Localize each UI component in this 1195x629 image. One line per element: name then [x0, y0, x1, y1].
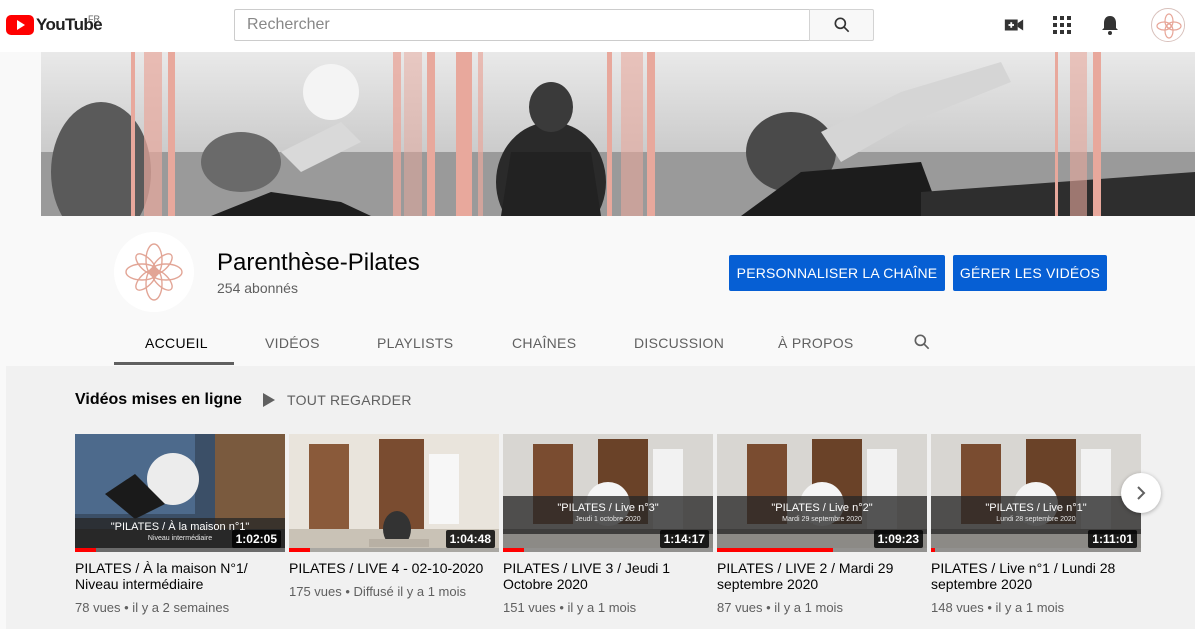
video-title[interactable]: PILATES / À la maison N°1/ Niveau interm…: [75, 560, 280, 592]
channel-search-icon[interactable]: [912, 332, 932, 355]
tab-home[interactable]: ACCUEIL: [145, 335, 208, 351]
video-card[interactable]: 1:04:48 PILATES / LIVE 4 - 02-10-2020 17…: [289, 434, 499, 599]
play-all-label: TOUT REGARDER: [287, 392, 412, 408]
video-meta: 78 vues • il y a 2 semaines: [75, 600, 230, 615]
play-all-button[interactable]: TOUT REGARDER: [263, 392, 412, 408]
video-card[interactable]: "PILATES / Live n°1" Lundi 28 septembre …: [931, 434, 1141, 615]
watch-progress-track: [75, 548, 285, 552]
active-tab-indicator: [114, 362, 234, 365]
watch-progress-track: [931, 548, 1141, 552]
thumbnail-caption: "PILATES / Live n°1" Lundi 28 septembre …: [931, 496, 1141, 534]
search-button[interactable]: [809, 9, 874, 41]
tab-discussion[interactable]: DISCUSSION: [634, 335, 724, 351]
channel-avatar[interactable]: [114, 232, 194, 312]
tab-channels[interactable]: CHAÎNES: [512, 335, 576, 351]
video-thumbnail[interactable]: 1:04:48: [289, 434, 499, 552]
customize-channel-button[interactable]: PERSONNALISER LA CHAÎNE: [729, 255, 945, 291]
watch-progress-track: [289, 548, 499, 552]
account-avatar[interactable]: [1151, 8, 1185, 42]
watch-progress-track: [503, 548, 713, 552]
video-thumbnail[interactable]: "PILATES / Live n°1" Lundi 28 septembre …: [931, 434, 1141, 552]
thumbnail-caption: "PILATES / Live n°3" Jeudi 1 octobre 202…: [503, 496, 713, 534]
video-duration: 1:04:48: [445, 530, 495, 548]
video-duration: 1:02:05: [231, 530, 281, 548]
tab-videos[interactable]: VIDÉOS: [265, 335, 320, 351]
section-title[interactable]: Vidéos mises en ligne: [75, 391, 242, 409]
channel-tabs: ACCUEIL VIDÉOS PLAYLISTS CHAÎNES DISCUSS…: [6, 320, 1006, 366]
video-title[interactable]: PILATES / LIVE 4 - 02-10-2020: [289, 560, 494, 576]
video-meta: 87 vues • il y a 1 mois: [717, 600, 843, 615]
play-icon: [263, 393, 275, 407]
country-code: FR: [88, 14, 100, 24]
youtube-play-icon: [6, 15, 34, 35]
uploads-section: Vidéos mises en ligne TOUT REGARDER "PIL…: [6, 366, 1195, 629]
channel-banner: [41, 52, 1195, 216]
lotus-logo-icon: [114, 232, 194, 312]
create-video-icon[interactable]: [1003, 14, 1025, 36]
apps-grid-icon[interactable]: [1051, 14, 1073, 36]
video-title[interactable]: PILATES / LIVE 3 / Jeudi 1 Octobre 2020: [503, 560, 708, 592]
video-meta: 175 vues • Diffusé il y a 1 mois: [289, 584, 467, 599]
video-duration: 1:14:17: [659, 530, 709, 548]
video-card[interactable]: "PILATES / À la maison n°1" Niveau inter…: [75, 434, 285, 615]
video-card[interactable]: "PILATES / Live n°3" Jeudi 1 octobre 202…: [503, 434, 713, 615]
watch-progress-bar: [717, 548, 833, 552]
thumbnail-caption: "PILATES / Live n°2" Mardi 29 septembre …: [717, 496, 927, 534]
video-title[interactable]: PILATES / Live n°1 / Lundi 28 septembre …: [931, 560, 1136, 592]
video-thumbnail[interactable]: "PILATES / À la maison n°1" Niveau inter…: [75, 434, 285, 552]
video-duration: 1:11:01: [1088, 530, 1137, 548]
banner-image: [41, 52, 1195, 216]
search-input[interactable]: [234, 9, 809, 41]
notifications-bell-icon[interactable]: [1099, 14, 1121, 36]
video-meta: 151 vues • il y a 1 mois: [503, 600, 637, 615]
manage-videos-button[interactable]: GÉRER LES VIDÉOS: [953, 255, 1107, 291]
watch-progress-bar: [289, 548, 310, 552]
chevron-right-icon: [1137, 486, 1146, 500]
video-card[interactable]: "PILATES / Live n°2" Mardi 29 septembre …: [717, 434, 927, 615]
tab-about[interactable]: À PROPOS: [778, 335, 854, 351]
watch-progress-bar: [503, 548, 524, 552]
channel-name: Parenthèse-Pilates: [217, 249, 420, 276]
top-bar: YouTube FR: [0, 0, 1195, 52]
subscriber-count: 254 abonnés: [217, 280, 298, 296]
search-bar: [234, 9, 874, 41]
search-icon: [834, 17, 849, 33]
video-thumbnail[interactable]: "PILATES / Live n°2" Mardi 29 septembre …: [717, 434, 927, 552]
next-arrow-button[interactable]: [1121, 473, 1161, 513]
video-thumbnail[interactable]: "PILATES / Live n°3" Jeudi 1 octobre 202…: [503, 434, 713, 552]
tab-playlists[interactable]: PLAYLISTS: [377, 335, 453, 351]
video-meta: 148 vues • il y a 1 mois: [931, 600, 1065, 615]
video-duration: 1:09:23: [873, 530, 923, 548]
watch-progress-bar: [931, 548, 935, 552]
video-title[interactable]: PILATES / LIVE 2 / Mardi 29 septembre 20…: [717, 560, 922, 592]
watch-progress-bar: [75, 548, 96, 552]
